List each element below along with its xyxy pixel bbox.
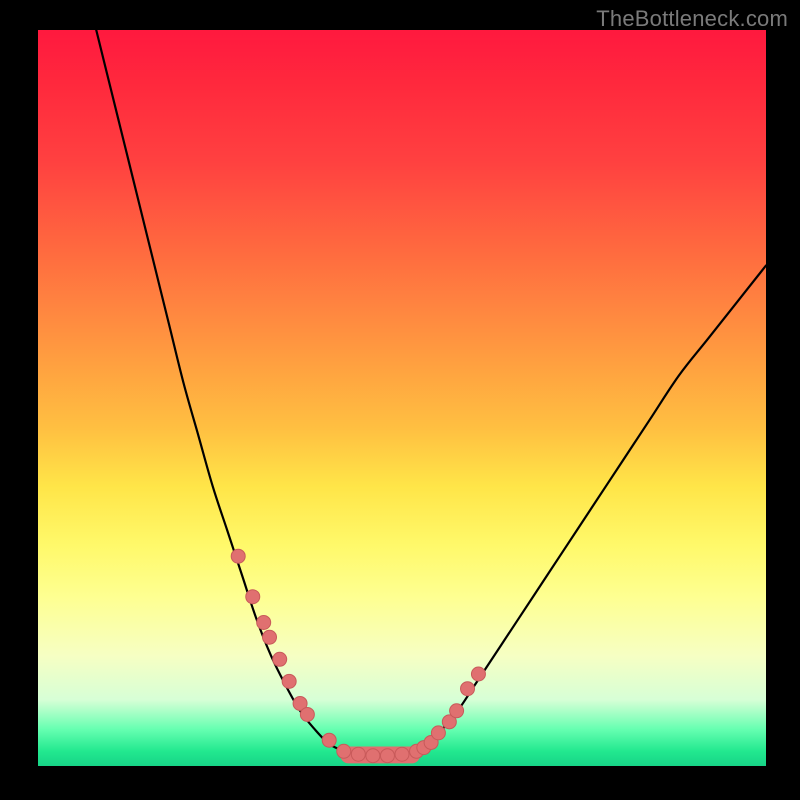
data-point — [351, 747, 365, 761]
curve-right-branch-curve — [417, 266, 766, 752]
chart-frame: TheBottleneck.com — [0, 0, 800, 800]
data-point — [263, 630, 277, 644]
data-point — [231, 549, 245, 563]
data-point — [246, 590, 260, 604]
data-point — [471, 667, 485, 681]
watermark-text: TheBottleneck.com — [596, 6, 788, 32]
data-point — [395, 747, 409, 761]
curve-group — [96, 30, 766, 757]
data-point — [257, 615, 271, 629]
plot-area — [38, 30, 766, 766]
data-point — [450, 704, 464, 718]
marker-group — [231, 549, 485, 762]
chart-svg — [38, 30, 766, 766]
data-point — [431, 726, 445, 740]
data-point — [282, 674, 296, 688]
data-point — [273, 652, 287, 666]
data-point — [322, 733, 336, 747]
data-point — [300, 707, 314, 721]
curve-left-branch-curve — [96, 30, 344, 751]
data-point — [366, 749, 380, 763]
data-point — [380, 749, 394, 763]
data-point — [461, 682, 475, 696]
data-point — [337, 744, 351, 758]
